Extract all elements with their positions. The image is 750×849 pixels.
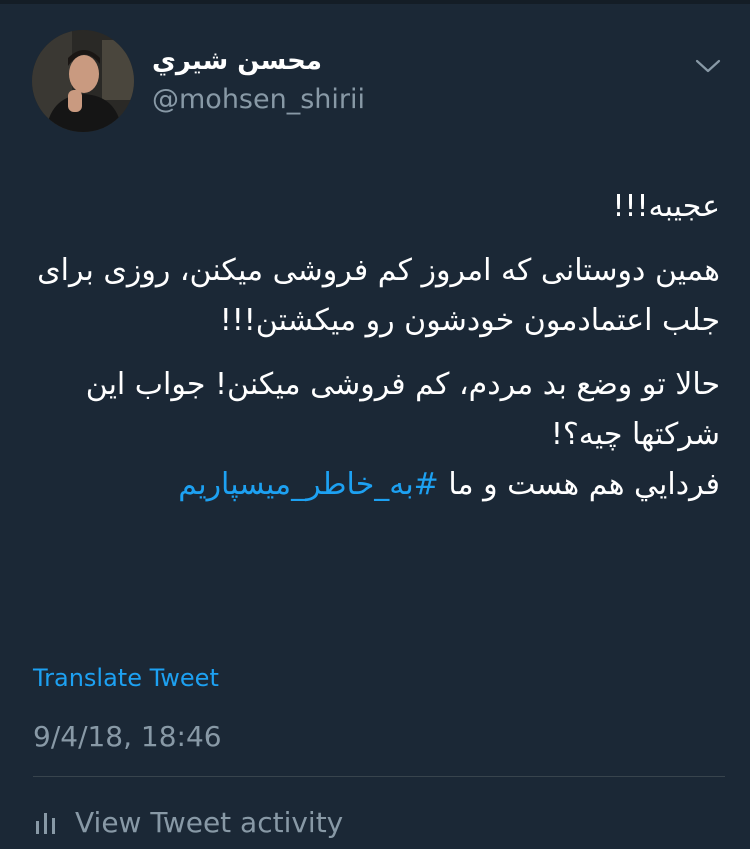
tweet-timestamp: 9/4/18, 18:46 xyxy=(33,720,222,753)
translate-tweet-link[interactable]: Translate Tweet xyxy=(33,664,219,692)
view-tweet-activity-button[interactable]: View Tweet activity xyxy=(33,802,343,842)
view-tweet-activity-label: View Tweet activity xyxy=(75,805,344,839)
user-handle[interactable]: @mohsen_shirii xyxy=(152,84,365,115)
divider xyxy=(33,776,725,777)
avatar[interactable] xyxy=(32,30,134,132)
tweet-text-segment: فردايي هم هست و ما xyxy=(448,467,720,502)
bar-chart-icon xyxy=(36,813,55,834)
tweet-line: عجیبه!!! xyxy=(612,189,720,224)
tweet-paragraph: حالا تو وضع بد مردم، کم فروشی میکنن! جوا… xyxy=(85,367,720,452)
top-border xyxy=(0,0,750,4)
chevron-down-icon[interactable] xyxy=(694,56,722,76)
tweet-paragraph: همین دوستانی که امروز کم فروشی میکنن، رو… xyxy=(37,253,720,338)
hashtag-link[interactable]: #به_خاطر_میسپاریم xyxy=(178,467,439,502)
display-name[interactable]: محسن شيري xyxy=(152,46,322,76)
tweet-text: عجیبه!!! همین دوستانی که امروز کم فروشی … xyxy=(30,182,720,510)
tweet-last-line: فردايي هم هست و ما #به_خاطر_میسپاریم xyxy=(30,460,720,510)
